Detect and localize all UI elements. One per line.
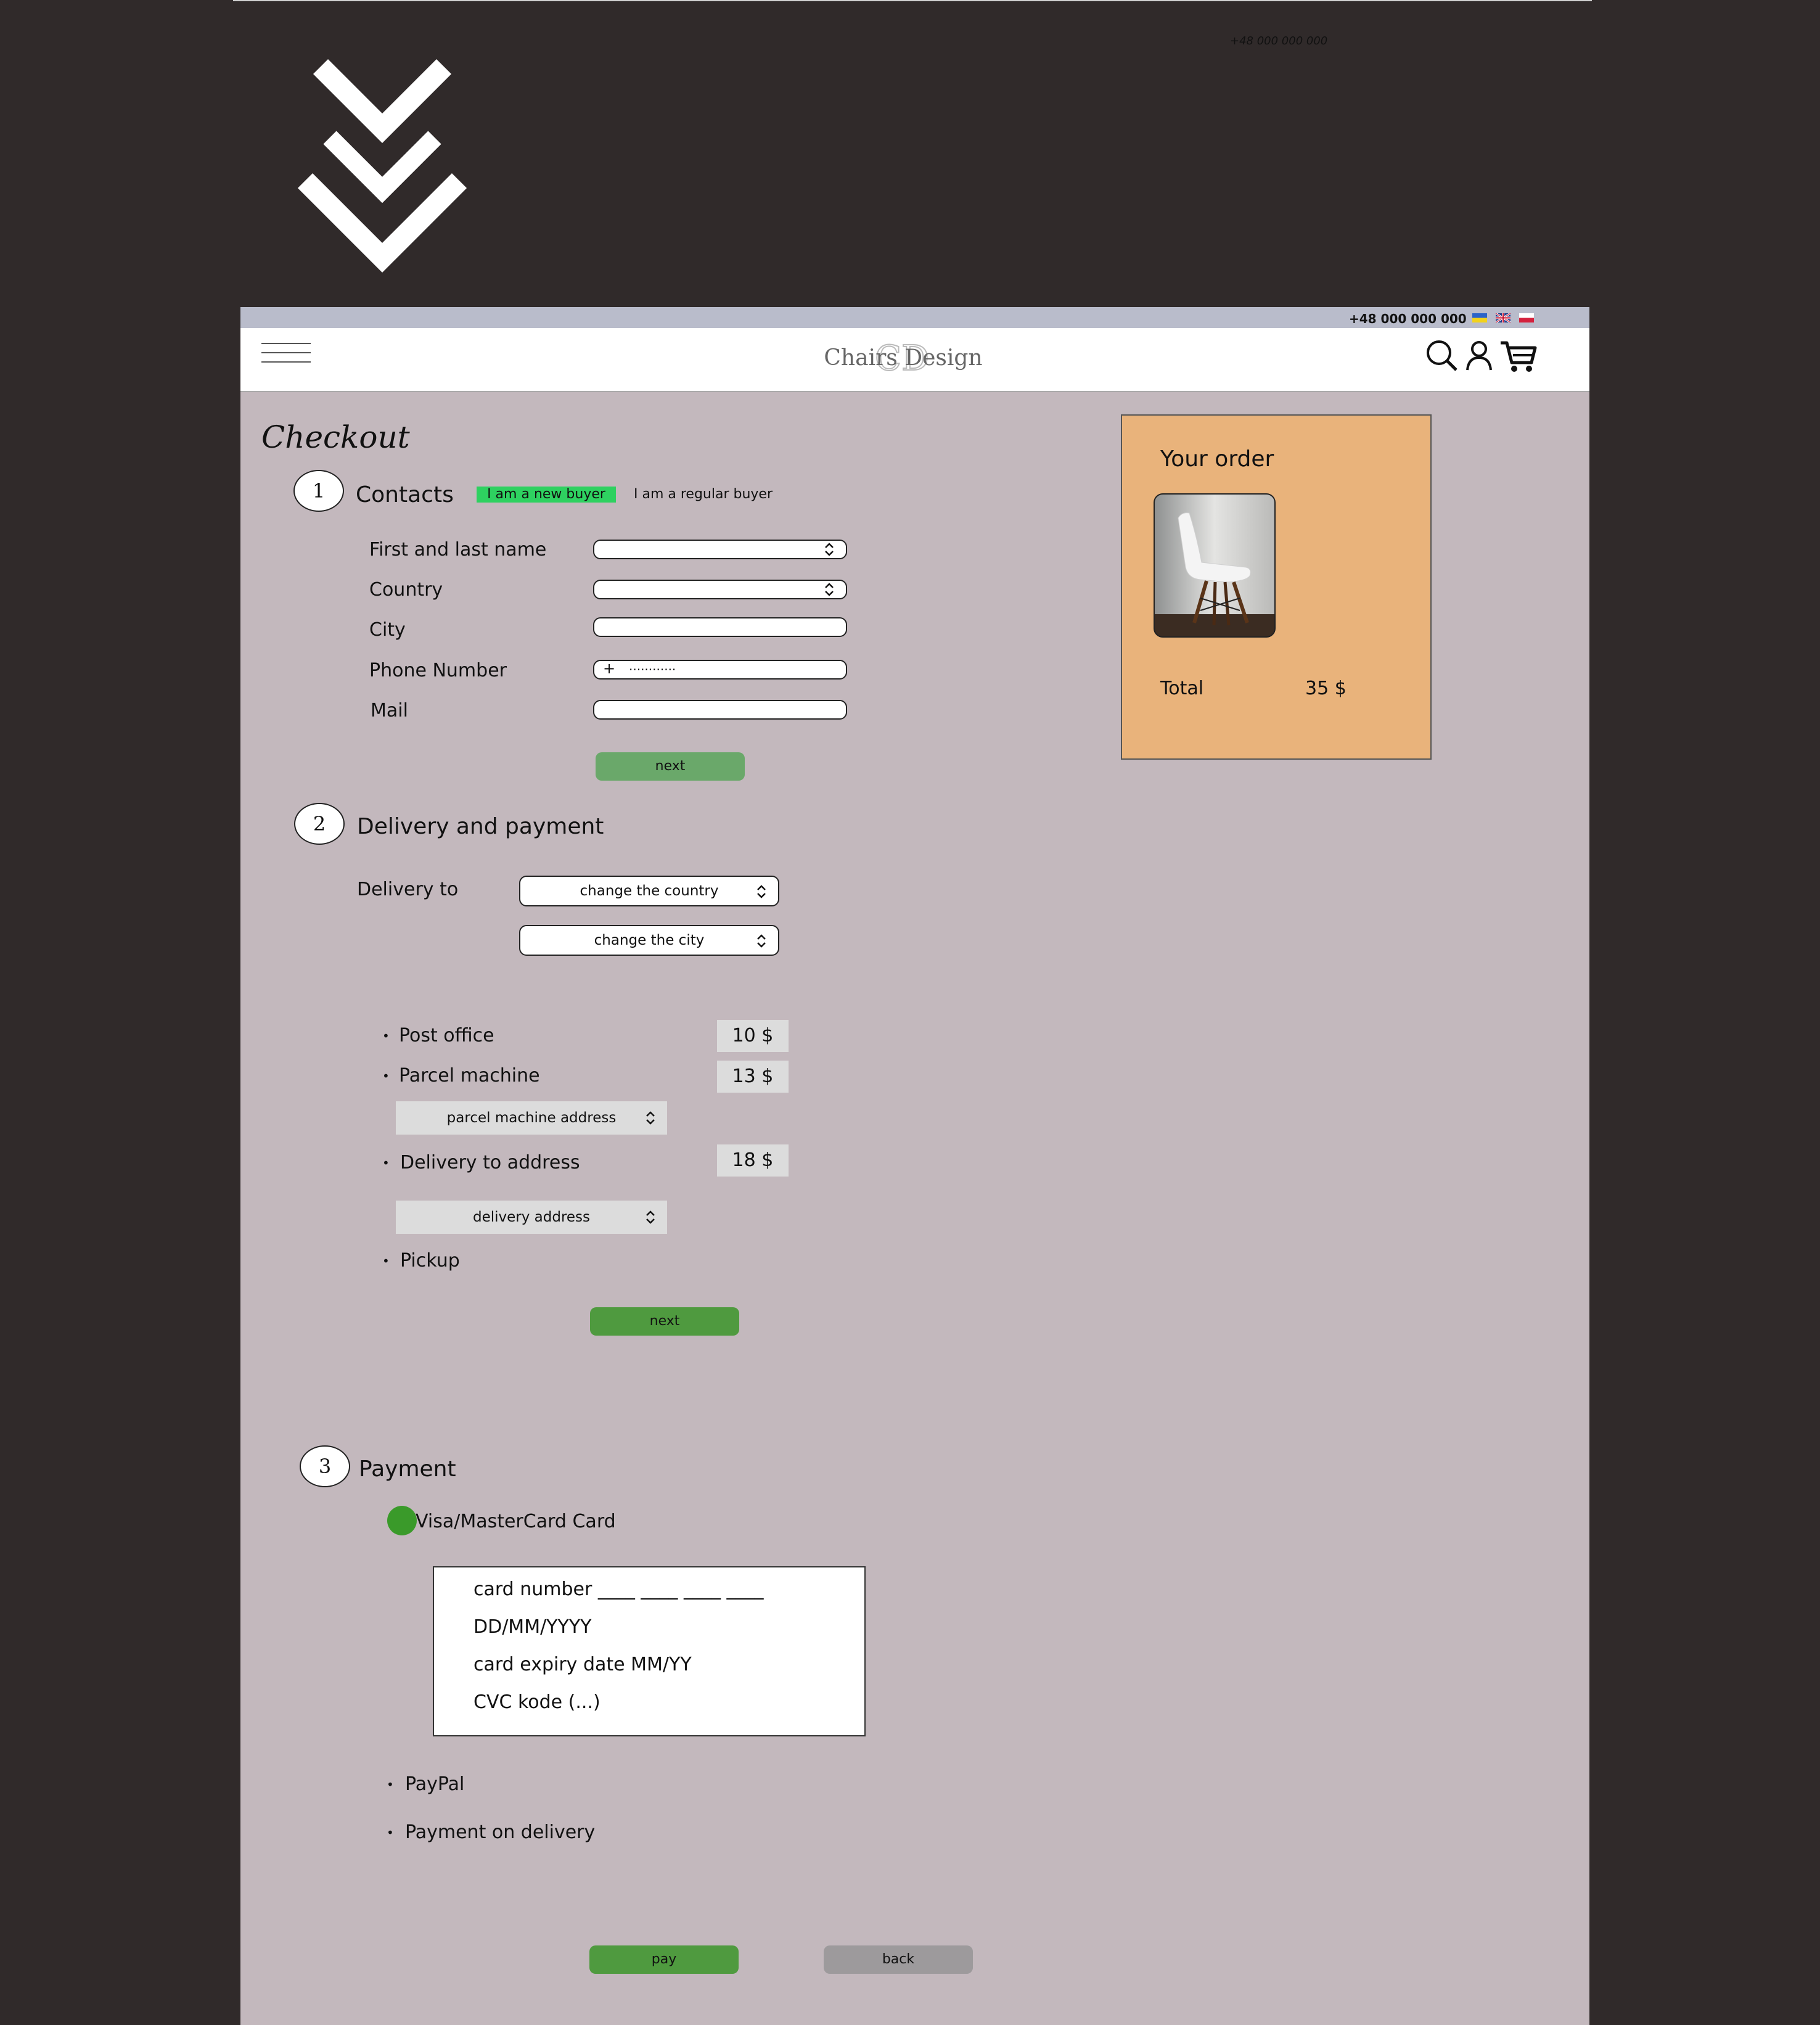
logo-text[interactable]: Chairs Design bbox=[801, 345, 1005, 371]
ukraine-flag-icon[interactable] bbox=[1472, 313, 1487, 322]
step-3-badge: 3 bbox=[300, 1445, 350, 1487]
phone-label: Phone Number bbox=[369, 660, 507, 681]
delivery-to-address-price: 18 $ bbox=[717, 1144, 789, 1177]
parcel-machine-address-value: parcel machine address bbox=[446, 1110, 617, 1126]
parcel-machine-address-select[interactable]: parcel machine address bbox=[396, 1101, 667, 1135]
card-date-field[interactable]: DD/MM/YYYY bbox=[473, 1616, 591, 1638]
post-office-price: 10 $ bbox=[717, 1020, 789, 1052]
select-arrows-icon bbox=[825, 583, 834, 596]
phone-placeholder: ............ bbox=[629, 659, 676, 673]
phone-prefix: + bbox=[603, 660, 616, 677]
name-label: First and last name bbox=[369, 539, 547, 561]
uk-flag-icon[interactable] bbox=[1496, 313, 1511, 322]
delivery-country-value: change the country bbox=[580, 883, 719, 899]
select-arrows-icon bbox=[825, 543, 834, 556]
scroll-down-chevrons-icon bbox=[297, 59, 467, 273]
select-arrows-icon bbox=[646, 1111, 655, 1125]
bullet-icon: • bbox=[387, 1777, 394, 1792]
card-radio-selected[interactable] bbox=[387, 1506, 417, 1535]
mail-label: Mail bbox=[371, 700, 408, 721]
poland-flag-icon[interactable] bbox=[1519, 313, 1534, 322]
parcel-machine-price: 13 $ bbox=[717, 1061, 789, 1093]
delivery-city-value: change the city bbox=[594, 932, 705, 948]
select-arrows-icon bbox=[646, 1210, 655, 1224]
delivery-country-select[interactable]: change the country bbox=[519, 876, 779, 906]
payment-title: Payment bbox=[359, 1456, 456, 1482]
new-buyer-tab[interactable]: I am a new buyer bbox=[477, 487, 616, 503]
country-select[interactable] bbox=[593, 580, 847, 599]
option-parcel-machine[interactable]: Parcel machine bbox=[399, 1065, 540, 1086]
pay-button[interactable]: pay bbox=[589, 1945, 739, 1974]
contacts-next-button[interactable]: next bbox=[596, 752, 745, 781]
contacts-title: Contacts bbox=[356, 482, 454, 507]
bullet-icon: • bbox=[382, 1069, 390, 1083]
option-payment-on-delivery[interactable]: Payment on delivery bbox=[405, 1822, 595, 1843]
bullet-icon: • bbox=[382, 1029, 390, 1043]
card-number-field[interactable]: card number ____ ____ ____ ____ bbox=[473, 1579, 764, 1600]
header-phone-number: +48 000 000 000 bbox=[1349, 311, 1467, 326]
delivery-address-value: delivery address bbox=[472, 1209, 591, 1225]
user-icon[interactable] bbox=[1461, 338, 1497, 374]
page-title: Checkout bbox=[261, 419, 410, 455]
order-total-value: 35 $ bbox=[1305, 678, 1347, 699]
top-border-line bbox=[233, 0, 1592, 1]
bullet-icon: • bbox=[382, 1254, 390, 1268]
delivery-next-button[interactable]: next bbox=[590, 1307, 739, 1336]
country-label: Country bbox=[369, 579, 443, 601]
mail-input[interactable] bbox=[593, 700, 847, 720]
card-expiry-field[interactable]: card expiry date MM/YY bbox=[473, 1654, 692, 1675]
bullet-icon: • bbox=[387, 1825, 394, 1840]
option-paypal[interactable]: PayPal bbox=[405, 1773, 464, 1795]
option-post-office[interactable]: Post office bbox=[399, 1025, 494, 1046]
search-icon[interactable] bbox=[1424, 338, 1460, 374]
regular-buyer-tab[interactable]: I am a regular buyer bbox=[634, 487, 773, 503]
card-cvc-field[interactable]: CVC kode (...) bbox=[473, 1691, 601, 1713]
select-arrows-icon bbox=[757, 885, 766, 898]
delivery-to-label: Delivery to bbox=[357, 879, 459, 900]
step-2-badge: 2 bbox=[294, 803, 345, 845]
delivery-city-select[interactable]: change the city bbox=[519, 925, 779, 956]
top-phone-number: +48 000 000 000 bbox=[1230, 35, 1328, 47]
option-pickup[interactable]: Pickup bbox=[400, 1250, 460, 1271]
order-total-label: Total bbox=[1160, 678, 1204, 699]
delivery-title: Delivery and payment bbox=[357, 814, 604, 839]
name-select[interactable] bbox=[593, 540, 847, 559]
chair-product-image[interactable] bbox=[1154, 493, 1276, 638]
phone-input[interactable]: + ............ bbox=[593, 659, 847, 680]
menu-icon[interactable] bbox=[261, 343, 311, 368]
select-arrows-icon bbox=[757, 934, 766, 948]
cart-icon[interactable] bbox=[1499, 338, 1539, 374]
back-button[interactable]: back bbox=[824, 1945, 973, 1974]
delivery-address-select[interactable]: delivery address bbox=[396, 1201, 667, 1234]
order-title: Your order bbox=[1160, 446, 1274, 472]
city-label: City bbox=[369, 619, 406, 641]
option-visa-mastercard[interactable]: Visa/MasterCard Card bbox=[416, 1511, 616, 1532]
city-input[interactable] bbox=[593, 617, 847, 637]
option-delivery-to-address[interactable]: Delivery to address bbox=[400, 1152, 580, 1173]
bullet-icon: • bbox=[382, 1156, 390, 1170]
step-1-badge: 1 bbox=[293, 470, 344, 512]
